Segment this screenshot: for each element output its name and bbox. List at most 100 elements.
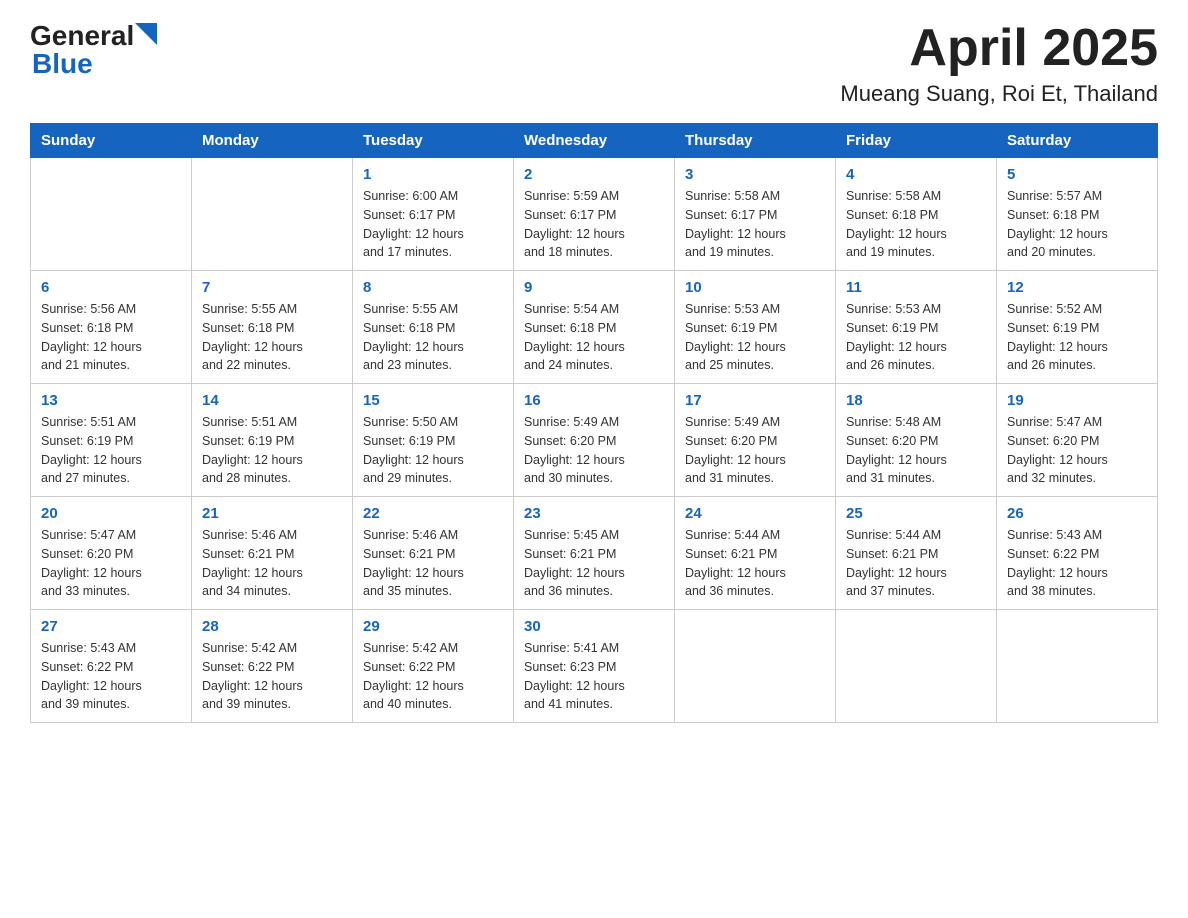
day-info: Sunrise: 5:55 AM Sunset: 6:18 PM Dayligh… [363,300,503,375]
day-number: 19 [1007,392,1147,409]
calendar-cell: 22 Sunrise: 5:46 AM Sunset: 6:21 PM Dayli… [353,497,514,610]
calendar-cell: 17 Sunrise: 5:49 AM Sunset: 6:20 PM Dayli… [675,384,836,497]
day-number: 26 [1007,505,1147,522]
day-number: 10 [685,279,825,296]
week-row-1: 1 Sunrise: 6:00 AM Sunset: 6:17 PM Daylig… [31,158,1158,271]
day-number: 14 [202,392,342,409]
day-info: Sunrise: 5:47 AM Sunset: 6:20 PM Dayligh… [41,526,181,601]
day-number: 1 [363,166,503,183]
calendar-cell: 21 Sunrise: 5:46 AM Sunset: 6:21 PM Dayli… [192,497,353,610]
calendar-cell: 9Sunrise: 5:54 AM Sunset: 6:18 PM Daylig… [514,271,675,384]
calendar-cell: 7Sunrise: 5:55 AM Sunset: 6:18 PM Daylig… [192,271,353,384]
calendar-cell: 15 Sunrise: 5:50 AM Sunset: 6:19 PM Dayli… [353,384,514,497]
day-info: Sunrise: 5:49 AM Sunset: 6:20 PM Dayligh… [685,413,825,488]
weekday-saturday: Saturday [997,124,1158,158]
weekday-tuesday: Tuesday [353,124,514,158]
calendar-cell [997,610,1158,723]
day-number: 24 [685,505,825,522]
logo-blue: Blue [30,48,93,80]
day-info: Sunrise: 5:42 AM Sunset: 6:22 PM Dayligh… [363,639,503,714]
day-number: 20 [41,505,181,522]
day-info: Sunrise: 5:46 AM Sunset: 6:21 PM Dayligh… [363,526,503,601]
day-info: Sunrise: 6:00 AM Sunset: 6:17 PM Dayligh… [363,187,503,262]
day-number: 2 [524,166,664,183]
logo-triangle-icon [135,23,157,45]
calendar-cell: 18Sunrise: 5:48 AM Sunset: 6:20 PM Dayli… [836,384,997,497]
calendar-cell: 8 Sunrise: 5:55 AM Sunset: 6:18 PM Daylig… [353,271,514,384]
calendar-cell: 3 Sunrise: 5:58 AM Sunset: 6:17 PM Daylig… [675,158,836,271]
day-info: Sunrise: 5:47 AM Sunset: 6:20 PM Dayligh… [1007,413,1147,488]
day-number: 17 [685,392,825,409]
day-number: 13 [41,392,181,409]
weekday-monday: Monday [192,124,353,158]
day-number: 25 [846,505,986,522]
day-number: 22 [363,505,503,522]
day-number: 28 [202,618,342,635]
day-number: 4 [846,166,986,183]
calendar-cell [675,610,836,723]
week-row-4: 20 Sunrise: 5:47 AM Sunset: 6:20 PM Dayli… [31,497,1158,610]
calendar-cell: 25 Sunrise: 5:44 AM Sunset: 6:21 PM Dayli… [836,497,997,610]
calendar-cell: 29Sunrise: 5:42 AM Sunset: 6:22 PM Dayli… [353,610,514,723]
day-info: Sunrise: 5:44 AM Sunset: 6:21 PM Dayligh… [846,526,986,601]
page-header: General Blue April 2025 Mueang Suang, Ro… [30,20,1158,107]
day-info: Sunrise: 5:57 AM Sunset: 6:18 PM Dayligh… [1007,187,1147,262]
day-number: 6 [41,279,181,296]
day-number: 3 [685,166,825,183]
calendar-cell: 16 Sunrise: 5:49 AM Sunset: 6:20 PM Dayli… [514,384,675,497]
day-number: 11 [846,279,986,296]
calendar-cell: 2Sunrise: 5:59 AM Sunset: 6:17 PM Daylig… [514,158,675,271]
title-area: April 2025 Mueang Suang, Roi Et, Thailan… [840,20,1158,107]
week-row-5: 27 Sunrise: 5:43 AM Sunset: 6:22 PM Dayli… [31,610,1158,723]
day-number: 12 [1007,279,1147,296]
day-number: 21 [202,505,342,522]
weekday-thursday: Thursday [675,124,836,158]
day-number: 15 [363,392,503,409]
calendar-cell [31,158,192,271]
day-info: Sunrise: 5:52 AM Sunset: 6:19 PM Dayligh… [1007,300,1147,375]
day-info: Sunrise: 5:43 AM Sunset: 6:22 PM Dayligh… [41,639,181,714]
weekday-friday: Friday [836,124,997,158]
day-info: Sunrise: 5:50 AM Sunset: 6:19 PM Dayligh… [363,413,503,488]
day-number: 5 [1007,166,1147,183]
calendar-cell: 23Sunrise: 5:45 AM Sunset: 6:21 PM Dayli… [514,497,675,610]
day-info: Sunrise: 5:55 AM Sunset: 6:18 PM Dayligh… [202,300,342,375]
day-info: Sunrise: 5:51 AM Sunset: 6:19 PM Dayligh… [41,413,181,488]
calendar-cell: 24 Sunrise: 5:44 AM Sunset: 6:21 PM Dayli… [675,497,836,610]
day-info: Sunrise: 5:41 AM Sunset: 6:23 PM Dayligh… [524,639,664,714]
day-info: Sunrise: 5:51 AM Sunset: 6:19 PM Dayligh… [202,413,342,488]
day-number: 9 [524,279,664,296]
day-info: Sunrise: 5:56 AM Sunset: 6:18 PM Dayligh… [41,300,181,375]
calendar-cell: 10 Sunrise: 5:53 AM Sunset: 6:19 PM Dayli… [675,271,836,384]
week-row-2: 6 Sunrise: 5:56 AM Sunset: 6:18 PM Daylig… [31,271,1158,384]
day-info: Sunrise: 5:53 AM Sunset: 6:19 PM Dayligh… [685,300,825,375]
weekday-wednesday: Wednesday [514,124,675,158]
day-number: 27 [41,618,181,635]
weekday-header-row: SundayMondayTuesdayWednesdayThursdayFrid… [31,124,1158,158]
calendar-table: SundayMondayTuesdayWednesdayThursdayFrid… [30,123,1158,723]
calendar-cell: 27 Sunrise: 5:43 AM Sunset: 6:22 PM Dayli… [31,610,192,723]
calendar-cell: 19 Sunrise: 5:47 AM Sunset: 6:20 PM Dayli… [997,384,1158,497]
week-row-3: 13 Sunrise: 5:51 AM Sunset: 6:19 PM Dayli… [31,384,1158,497]
calendar-cell: 1 Sunrise: 6:00 AM Sunset: 6:17 PM Daylig… [353,158,514,271]
calendar-cell [192,158,353,271]
calendar-cell: 26Sunrise: 5:43 AM Sunset: 6:22 PM Dayli… [997,497,1158,610]
day-number: 8 [363,279,503,296]
day-info: Sunrise: 5:42 AM Sunset: 6:22 PM Dayligh… [202,639,342,714]
calendar-cell [836,610,997,723]
logo: General Blue [30,20,157,80]
day-info: Sunrise: 5:48 AM Sunset: 6:20 PM Dayligh… [846,413,986,488]
day-number: 16 [524,392,664,409]
calendar-cell: 14 Sunrise: 5:51 AM Sunset: 6:19 PM Dayli… [192,384,353,497]
location-title: Mueang Suang, Roi Et, Thailand [840,81,1158,107]
calendar-cell: 6 Sunrise: 5:56 AM Sunset: 6:18 PM Daylig… [31,271,192,384]
calendar-cell: 28 Sunrise: 5:42 AM Sunset: 6:22 PM Dayli… [192,610,353,723]
day-info: Sunrise: 5:46 AM Sunset: 6:21 PM Dayligh… [202,526,342,601]
calendar-cell: 11 Sunrise: 5:53 AM Sunset: 6:19 PM Dayli… [836,271,997,384]
day-info: Sunrise: 5:44 AM Sunset: 6:21 PM Dayligh… [685,526,825,601]
day-info: Sunrise: 5:49 AM Sunset: 6:20 PM Dayligh… [524,413,664,488]
weekday-sunday: Sunday [31,124,192,158]
day-info: Sunrise: 5:53 AM Sunset: 6:19 PM Dayligh… [846,300,986,375]
calendar-cell: 13 Sunrise: 5:51 AM Sunset: 6:19 PM Dayli… [31,384,192,497]
day-info: Sunrise: 5:58 AM Sunset: 6:17 PM Dayligh… [685,187,825,262]
